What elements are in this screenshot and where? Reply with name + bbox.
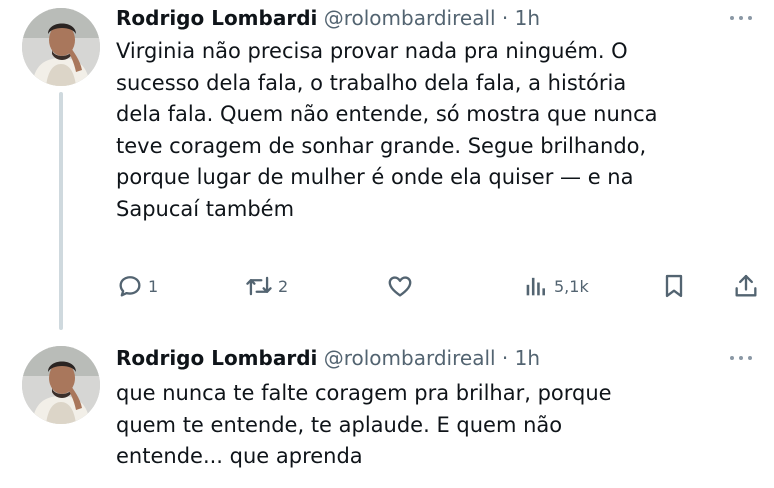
tweet-timestamp[interactable]: 1h xyxy=(515,6,540,30)
tweet-text: que nunca te falte coragem pra brilhar, … xyxy=(116,381,612,468)
reply-count: 1 xyxy=(148,276,159,296)
tweet-header: Rodrigo Lombardi @rolombardireall · 1h xyxy=(116,344,540,372)
tweet-1[interactable]: Rodrigo Lombardi @rolombardireall · 1h V… xyxy=(0,0,774,330)
views-count: 5,1k xyxy=(554,276,589,296)
thread-line xyxy=(59,92,63,330)
bookmark-icon xyxy=(660,272,688,300)
author-avatar[interactable] xyxy=(22,346,100,424)
share-button[interactable] xyxy=(732,268,760,304)
separator-dot: · xyxy=(501,6,509,30)
views-icon xyxy=(522,272,550,300)
views-button[interactable]: 5,1k xyxy=(522,268,589,304)
author-handle[interactable]: @rolombardireall xyxy=(324,346,496,370)
like-icon xyxy=(386,272,414,300)
retweet-icon xyxy=(244,272,274,300)
tweet-header: Rodrigo Lombardi @rolombardireall · 1h xyxy=(116,4,540,32)
author-avatar[interactable] xyxy=(22,8,100,86)
more-icon[interactable] xyxy=(726,348,756,368)
retweet-button[interactable]: 2 xyxy=(244,268,288,304)
tweet-timestamp[interactable]: 1h xyxy=(515,346,540,370)
share-icon xyxy=(732,272,760,300)
author-handle[interactable]: @rolombardireall xyxy=(324,6,496,30)
bookmark-button[interactable] xyxy=(660,268,688,304)
tweet-text: Virginia não precisa provar nada pra nin… xyxy=(116,39,658,221)
retweet-count: 2 xyxy=(278,276,289,296)
more-icon[interactable] xyxy=(726,8,756,28)
author-name[interactable]: Rodrigo Lombardi xyxy=(116,346,317,370)
reply-icon xyxy=(116,272,144,300)
reply-button[interactable]: 1 xyxy=(116,268,158,304)
tweet-actions: 1 2 5,1k xyxy=(110,268,770,304)
tweet-2[interactable]: Rodrigo Lombardi @rolombardireall · 1h q… xyxy=(0,330,774,488)
separator-dot: · xyxy=(501,346,509,370)
like-button[interactable] xyxy=(386,268,414,304)
author-name[interactable]: Rodrigo Lombardi xyxy=(116,6,317,30)
